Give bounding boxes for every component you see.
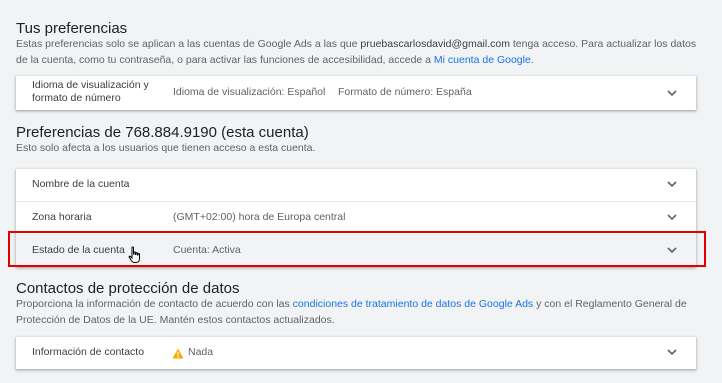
account-name-row[interactable]: Nombre de la cuenta	[16, 169, 696, 202]
contact-info-row[interactable]: Información de contacto Nada	[16, 337, 696, 369]
language-preferences-card: Idioma de visualización y formato de núm…	[16, 76, 696, 110]
chevron-down-icon[interactable]	[666, 346, 678, 358]
section-title-account: Preferencias de 768.884.9190 (esta cuent…	[16, 124, 309, 141]
time-zone-label: Zona horaria	[32, 211, 92, 223]
language-format-label-line1: Idioma de visualización y	[32, 79, 149, 91]
chevron-down-icon[interactable]	[666, 87, 678, 99]
preferences-desc-text-1: Estas preferencias solo se aplican a las…	[16, 38, 361, 50]
contacts-description: Proporciona la información de contacto d…	[16, 296, 706, 328]
section-title-contacts: Contactos de protección de datos	[16, 280, 240, 297]
preferences-description: Estas preferencias solo se aplican a las…	[16, 36, 706, 68]
warning-icon	[172, 348, 184, 359]
language-format-row[interactable]: Idioma de visualización y formato de núm…	[16, 76, 696, 110]
contacts-card: Información de contacto Nada	[16, 337, 696, 369]
hand-cursor-icon	[128, 246, 140, 263]
google-account-link[interactable]: Mi cuenta de Google	[434, 54, 531, 66]
preferences-desc-end: .	[530, 54, 534, 66]
section-title-preferences: Tus preferencias	[16, 20, 128, 37]
language-format-label: Idioma de visualización y formato de núm…	[32, 79, 149, 105]
chevron-down-icon[interactable]	[666, 178, 678, 190]
account-name-label: Nombre de la cuenta	[32, 178, 130, 190]
chevron-down-icon[interactable]	[666, 211, 678, 223]
contact-info-value: Nada	[188, 346, 214, 358]
display-language-value: Idioma de visualización: Español	[173, 86, 326, 98]
highlight-box	[8, 231, 706, 267]
language-format-label-line2: formato de número	[32, 92, 121, 104]
contacts-desc-text-1: Proporciona la información de contacto d…	[16, 298, 293, 310]
time-zone-value: (GMT+02:00) hora de Europa central	[173, 211, 346, 223]
user-email: pruebascarlosdavid@gmail.com	[360, 38, 510, 50]
number-format-value: Formato de número: España	[338, 86, 472, 98]
data-processing-terms-link[interactable]: condiciones de tratamiento de datos de G…	[293, 298, 534, 310]
account-description: Esto solo afecta a los usuarios que tien…	[16, 142, 316, 154]
contact-info-label: Información de contacto	[32, 346, 145, 358]
